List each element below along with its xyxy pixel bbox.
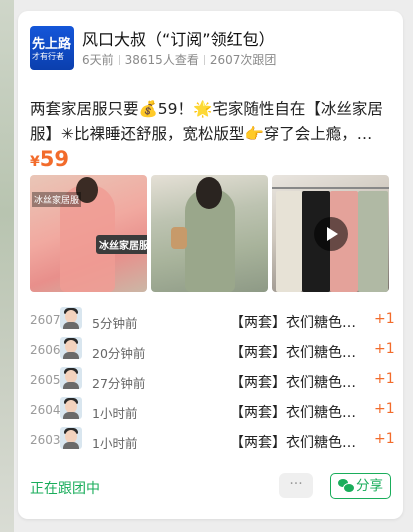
handbag <box>171 227 187 249</box>
order-row[interactable]: 2604 1小时前 【两套】衣们糖色冰丝家居服 +1 <box>18 397 403 427</box>
order-item: 【两套】衣们糖色冰丝家居服 <box>230 345 362 361</box>
photo-pink-set[interactable]: 冰丝家居服 冰丝家居服 <box>30 175 147 292</box>
avatar[interactable] <box>60 307 82 329</box>
logo-line-1: 先上路 <box>32 37 72 52</box>
order-time: 1小时前 <box>92 406 138 421</box>
share-button[interactable]: 分享 <box>330 473 391 499</box>
order-time: 20分钟前 <box>92 346 146 361</box>
posted-time: 6天前 <box>82 53 114 67</box>
order-quantity: +1 <box>374 371 395 387</box>
group-buy-card[interactable]: 先上路 才有行者 风口大叔（“订阅”领红包） 6天前 38615人查看 2607次跟… <box>18 11 403 519</box>
share-label: 分享 <box>356 478 383 494</box>
photo-rack-video[interactable] <box>272 175 389 292</box>
following-status: 正在跟团中 <box>30 481 100 497</box>
photo-watermark: 冰丝家居服 <box>32 192 82 207</box>
garment <box>358 191 388 292</box>
product-description[interactable]: 两套家居服只要💰59！🌟宅家随性自在【冰丝家居服】✳比裸睡还舒服，宽松版型👉穿了… <box>30 97 390 147</box>
background-strip <box>0 0 14 532</box>
group-meta: 6天前 38615人查看 2607次跟团 <box>82 51 276 68</box>
avatar[interactable] <box>60 337 82 359</box>
view-count: 38615人查看 <box>124 53 199 67</box>
model-head <box>196 177 222 209</box>
order-time: 27分钟前 <box>92 376 146 391</box>
order-number: 2604 <box>30 403 61 417</box>
order-item: 【两套】衣们糖色冰丝家居服 <box>230 405 362 421</box>
avatar[interactable] <box>60 367 82 389</box>
order-row[interactable]: 2606 20分钟前 【两套】衣们糖色冰丝家居服 +1 <box>18 337 403 367</box>
order-quantity: +1 <box>374 431 395 447</box>
product-gallery: 冰丝家居服 冰丝家居服 <box>30 175 392 292</box>
join-count: 2607次跟团 <box>209 53 277 67</box>
order-quantity: +1 <box>374 341 395 357</box>
order-item: 【两套】衣们糖色冰丝家居服 <box>230 435 362 451</box>
order-number: 2603 <box>30 433 61 447</box>
order-row[interactable]: 2605 27分钟前 【两套】衣们糖色冰丝家居服 +1 <box>18 367 403 397</box>
order-number: 2605 <box>30 373 61 387</box>
photo-label: 冰丝家居服 <box>96 235 147 254</box>
order-item: 【两套】衣们糖色冰丝家居服 <box>230 375 362 391</box>
order-quantity: +1 <box>374 311 395 327</box>
meta-divider <box>203 55 205 65</box>
brand-logo[interactable]: 先上路 才有行者 <box>30 26 74 70</box>
order-time: 5分钟前 <box>92 316 138 331</box>
meta-divider <box>118 55 120 65</box>
play-icon[interactable] <box>314 217 348 251</box>
order-time: 1小时前 <box>92 436 138 451</box>
product-price: ¥59 <box>30 147 69 171</box>
logo-line-2: 才有行者 <box>32 52 64 61</box>
order-number: 2607 <box>30 313 61 327</box>
price-currency: ¥ <box>30 154 40 170</box>
avatar[interactable] <box>60 397 82 419</box>
garment <box>276 191 302 292</box>
photo-green-set[interactable] <box>151 175 268 292</box>
group-title[interactable]: 风口大叔（“订阅”领红包） <box>82 26 275 50</box>
wechat-icon <box>338 479 355 493</box>
order-quantity: +1 <box>374 401 395 417</box>
order-number: 2606 <box>30 343 61 357</box>
more-button[interactable]: ··· <box>279 473 313 498</box>
order-item: 【两套】衣们糖色冰丝家居服 <box>230 315 362 331</box>
price-value: 59 <box>39 147 69 171</box>
card-header: 先上路 才有行者 风口大叔（“订阅”领红包） 6天前 38615人查看 2607次跟… <box>30 26 393 76</box>
order-row[interactable]: 2603 1小时前 【两套】衣们糖色冰丝家居服 +1 <box>18 427 403 457</box>
order-row[interactable]: 2607 5分钟前 【两套】衣们糖色冰丝家居服 +1 <box>18 307 403 337</box>
avatar[interactable] <box>60 427 82 449</box>
clothes-rail <box>272 187 389 189</box>
